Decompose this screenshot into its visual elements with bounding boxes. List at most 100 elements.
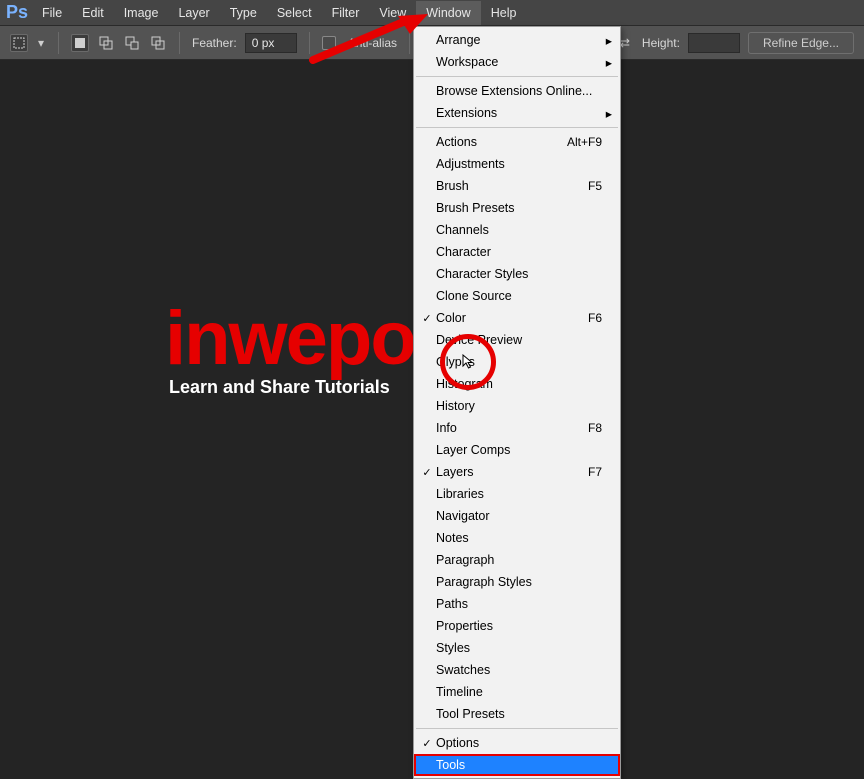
refine-edge-button[interactable]: Refine Edge... xyxy=(748,32,854,54)
menu-window[interactable]: Window xyxy=(416,1,480,25)
menu-file[interactable]: File xyxy=(32,1,72,25)
menu-help[interactable]: Help xyxy=(481,1,527,25)
menu-filter[interactable]: Filter xyxy=(322,1,370,25)
menu-item-libraries[interactable]: Libraries xyxy=(414,483,620,505)
menu-item-label: Color xyxy=(436,311,580,325)
menu-item-character[interactable]: Character xyxy=(414,241,620,263)
menu-item-label: Swatches xyxy=(436,663,602,677)
menu-item-notes[interactable]: Notes xyxy=(414,527,620,549)
menu-view[interactable]: View xyxy=(369,1,416,25)
menu-select[interactable]: Select xyxy=(267,1,322,25)
check-icon: ✓ xyxy=(418,466,436,479)
menubar: Ps FileEditImageLayerTypeSelectFilterVie… xyxy=(0,0,864,26)
menu-image[interactable]: Image xyxy=(114,1,169,25)
add-selection-icon[interactable] xyxy=(97,34,115,52)
window-menu-dropdown[interactable]: Arrange▸Workspace▸Browse Extensions Onli… xyxy=(413,26,621,779)
check-icon: ✓ xyxy=(418,312,436,325)
menu-item-navigator[interactable]: Navigator xyxy=(414,505,620,527)
menu-item-histogram[interactable]: Histogram xyxy=(414,373,620,395)
menu-item-brush-presets[interactable]: Brush Presets xyxy=(414,197,620,219)
menu-item-label: Actions xyxy=(436,135,559,149)
menu-item-clone-source[interactable]: Clone Source xyxy=(414,285,620,307)
separator xyxy=(309,32,310,54)
menu-item-options[interactable]: ✓Options xyxy=(414,732,620,754)
feather-label: Feather: xyxy=(192,36,237,50)
menu-item-arrange[interactable]: Arrange▸ xyxy=(414,29,620,51)
menu-item-label: Paths xyxy=(436,597,602,611)
subtract-selection-icon[interactable] xyxy=(123,34,141,52)
menu-item-adjustments[interactable]: Adjustments xyxy=(414,153,620,175)
menu-item-info[interactable]: InfoF8 xyxy=(414,417,620,439)
menu-item-label: Workspace xyxy=(436,55,602,69)
menu-item-label: Character xyxy=(436,245,602,259)
separator xyxy=(409,32,410,54)
menu-item-label: Navigator xyxy=(436,509,602,523)
menu-item-shortcut: F6 xyxy=(580,311,602,325)
antialias-checkbox[interactable] xyxy=(322,36,336,50)
menu-item-color[interactable]: ✓ColorF6 xyxy=(414,307,620,329)
menu-item-label: Timeline xyxy=(436,685,602,699)
menu-item-device-preview[interactable]: Device Preview xyxy=(414,329,620,351)
height-input[interactable] xyxy=(688,33,740,53)
menu-item-label: Glyphs xyxy=(436,355,602,369)
menu-item-label: Properties xyxy=(436,619,602,633)
height-label: Height: xyxy=(642,36,680,50)
menu-item-label: Histogram xyxy=(436,377,602,391)
submenu-arrow-icon: ▸ xyxy=(602,106,612,121)
app-logo: Ps xyxy=(4,2,32,23)
menu-item-character-styles[interactable]: Character Styles xyxy=(414,263,620,285)
menu-item-shortcut: F8 xyxy=(580,421,602,435)
menu-item-label: Info xyxy=(436,421,580,435)
menu-item-shortcut: Alt+F9 xyxy=(559,135,602,149)
menu-item-channels[interactable]: Channels xyxy=(414,219,620,241)
menu-item-timeline[interactable]: Timeline xyxy=(414,681,620,703)
menu-item-label: Channels xyxy=(436,223,602,237)
menu-item-label: History xyxy=(436,399,602,413)
menu-item-properties[interactable]: Properties xyxy=(414,615,620,637)
menu-item-tool-presets[interactable]: Tool Presets xyxy=(414,703,620,725)
menu-item-label: Layers xyxy=(436,465,580,479)
marquee-tool-icon[interactable] xyxy=(10,34,28,52)
menu-item-workspace[interactable]: Workspace▸ xyxy=(414,51,620,73)
menu-item-swatches[interactable]: Swatches xyxy=(414,659,620,681)
chevron-down-icon[interactable]: ▾ xyxy=(36,34,46,52)
menu-item-label: Extensions xyxy=(436,106,602,120)
menu-item-label: Options xyxy=(436,736,602,750)
menu-item-shortcut: F5 xyxy=(580,179,602,193)
new-selection-icon[interactable] xyxy=(71,34,89,52)
menu-item-brush[interactable]: BrushF5 xyxy=(414,175,620,197)
menu-item-history[interactable]: History xyxy=(414,395,620,417)
menu-item-browse-extensions-online[interactable]: Browse Extensions Online... xyxy=(414,80,620,102)
menu-item-glyphs[interactable]: Glyphs xyxy=(414,351,620,373)
menu-item-label: Adjustments xyxy=(436,157,602,171)
menu-item-label: Brush Presets xyxy=(436,201,602,215)
menu-item-label: Device Preview xyxy=(436,333,602,347)
menu-item-paths[interactable]: Paths xyxy=(414,593,620,615)
menu-item-styles[interactable]: Styles xyxy=(414,637,620,659)
menu-item-actions[interactable]: ActionsAlt+F9 xyxy=(414,131,620,153)
menu-type[interactable]: Type xyxy=(220,1,267,25)
menu-item-label: Notes xyxy=(436,531,602,545)
separator xyxy=(179,32,180,54)
menu-item-label: Paragraph Styles xyxy=(436,575,602,589)
separator xyxy=(58,32,59,54)
menu-item-tools[interactable]: Tools xyxy=(414,754,620,776)
menu-item-extensions[interactable]: Extensions▸ xyxy=(414,102,620,124)
menu-separator xyxy=(416,127,618,128)
menu-item-label: Styles xyxy=(436,641,602,655)
menu-item-label: Character Styles xyxy=(436,267,602,281)
menu-item-label: Arrange xyxy=(436,33,602,47)
menu-item-layer-comps[interactable]: Layer Comps xyxy=(414,439,620,461)
feather-input[interactable] xyxy=(245,33,297,53)
menu-item-paragraph-styles[interactable]: Paragraph Styles xyxy=(414,571,620,593)
submenu-arrow-icon: ▸ xyxy=(602,33,612,48)
menu-item-label: Paragraph xyxy=(436,553,602,567)
menu-item-label: Tools xyxy=(436,758,602,772)
menu-layer[interactable]: Layer xyxy=(168,1,219,25)
menu-item-paragraph[interactable]: Paragraph xyxy=(414,549,620,571)
antialias-label: Anti-alias xyxy=(348,36,397,50)
menu-item-label: Layer Comps xyxy=(436,443,602,457)
menu-edit[interactable]: Edit xyxy=(72,1,114,25)
intersect-selection-icon[interactable] xyxy=(149,34,167,52)
menu-item-layers[interactable]: ✓LayersF7 xyxy=(414,461,620,483)
